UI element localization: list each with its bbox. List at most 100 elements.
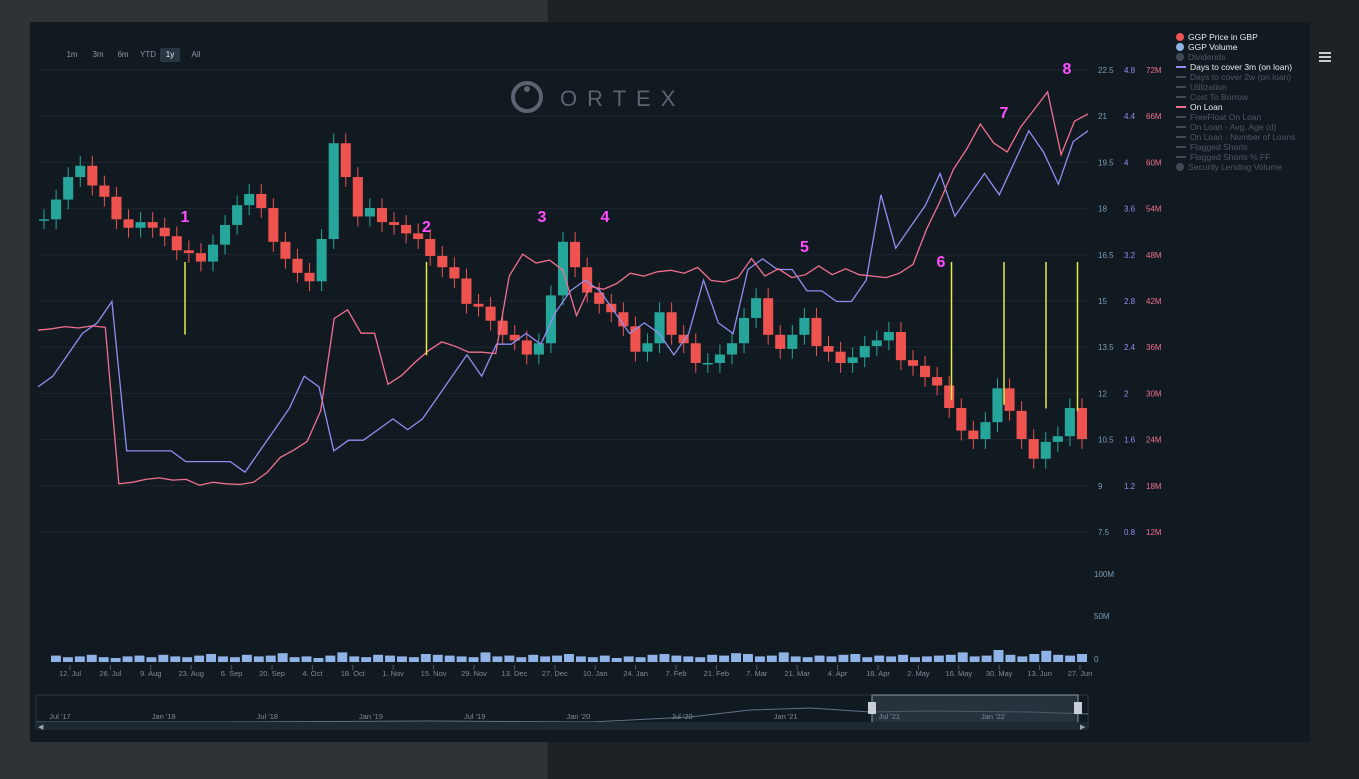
price-candle (232, 205, 243, 225)
price-candle (956, 408, 967, 431)
volume-bar (981, 655, 992, 662)
price-candle (557, 241, 569, 296)
price-candle (702, 362, 713, 365)
volume-bar (432, 654, 443, 662)
price-candle (389, 222, 400, 225)
volume-bar (373, 654, 384, 662)
volume-bar (397, 656, 407, 662)
legend-item[interactable]: On Loan - Number of Loans (1176, 132, 1295, 142)
volume-bar (910, 657, 920, 662)
volume-bar (504, 655, 515, 662)
days-axis-label: 1.2 (1124, 482, 1136, 491)
range-button-3m[interactable]: 3m (90, 48, 106, 62)
volume-bar (122, 656, 133, 662)
volume-bar (826, 656, 837, 662)
price-candle (87, 165, 98, 186)
volume-bar (719, 655, 730, 662)
price-candle (787, 334, 798, 349)
legend-item[interactable]: Utilization (1176, 82, 1227, 92)
volume-bar (337, 652, 348, 662)
volume-bar (98, 657, 109, 662)
price-candle (859, 346, 870, 358)
onloan-axis-label: 48M (1146, 251, 1162, 260)
price-candle (920, 365, 931, 378)
legend-item[interactable]: Days to cover 3m (on loan) (1176, 62, 1292, 72)
price-axis-label: 13.5 (1098, 343, 1114, 352)
scroll-right-icon: ▶ (1080, 724, 1086, 731)
range-button-1m[interactable]: 1m (64, 48, 80, 62)
hamburger-menu-icon[interactable] (1319, 52, 1331, 62)
volume-bar (862, 657, 873, 662)
volume-bar (945, 654, 956, 662)
price-candle (714, 354, 725, 363)
annotation-label: 1 (181, 209, 190, 226)
price-axis-label: 7.5 (1098, 528, 1110, 537)
volume-bar (516, 657, 527, 662)
annotation-label: 6 (937, 254, 946, 271)
price-candle (570, 241, 581, 268)
volume-axis-label: 50M (1094, 612, 1110, 621)
legend-item[interactable]: Security Lending Volume (1176, 162, 1282, 172)
price-candle (352, 177, 363, 217)
volume-bar (492, 656, 503, 662)
days-axis-label: 1.6 (1124, 436, 1136, 445)
legend-item[interactable]: Cost To Borrow (1176, 92, 1248, 102)
range-button-ytd[interactable]: YTD (137, 48, 159, 62)
legend-item[interactable]: Flagged Shorts % FF (1176, 152, 1270, 162)
navigator-handle-left (868, 702, 876, 714)
legend-label: Days to cover 3m (on loan) (1190, 62, 1293, 72)
volume-bar (1065, 655, 1076, 662)
navigator-tick-label: Jul '19 (464, 712, 485, 721)
price-candle (340, 143, 351, 178)
x-tick-label: 26. Jul (99, 669, 121, 678)
volume-bar (659, 654, 670, 662)
price-candle (425, 239, 436, 256)
volume-bar (468, 657, 479, 662)
legend-item[interactable]: Dividends (1176, 52, 1225, 62)
annotation-label: 5 (800, 239, 809, 256)
navigator[interactable]: Jul '17 Jan '18 Jul '18 Jan '19 Jul '19 Jan '… (35, 694, 1089, 731)
x-tick-label: 13. Dec (501, 669, 527, 678)
volume-bar (838, 654, 849, 662)
range-button-6m[interactable]: 6m (115, 48, 131, 62)
legend-item[interactable]: On Loan - Avg. Age (d) (1176, 122, 1276, 132)
price-candle (304, 272, 315, 282)
x-tick-label: 20. Sep (259, 669, 285, 678)
price-candle (159, 227, 170, 237)
legend-label: GGP Price in GBP (1188, 32, 1258, 42)
range-button-1y[interactable]: 1y (160, 48, 180, 62)
legend-swatch-icon (1176, 66, 1186, 68)
volume-bar (707, 654, 718, 662)
volume-bar (993, 650, 1004, 662)
legend-item[interactable]: GGP Volume (1176, 42, 1237, 52)
volume-axis-label: 100M (1094, 570, 1114, 579)
legend-item[interactable]: On Loan (1176, 102, 1223, 112)
legend-swatch-icon (1176, 86, 1186, 88)
volume-bar (253, 656, 264, 662)
range-button-all[interactable]: All (188, 48, 204, 62)
legend-item[interactable]: Days to cover 2w (on loan) (1176, 72, 1291, 82)
onloan-axis-label: 66M (1146, 112, 1162, 121)
price-candle (751, 298, 762, 318)
price-candle (75, 165, 86, 178)
volume-bar (552, 655, 563, 662)
legend-swatch-icon (1176, 96, 1186, 98)
x-tick-label: 24. Jan (623, 669, 648, 678)
volume-bar (754, 656, 765, 662)
legend-label: Flagged Shorts (1190, 142, 1248, 152)
price-candle (932, 377, 943, 386)
price-candle (690, 343, 701, 363)
x-tick-label: 27. Dec (542, 669, 568, 678)
stock-chart[interactable]: 123 45678 12. Jul 26. Jul 9. Aug 23. Aug 6. S… (30, 22, 1310, 742)
legend-swatch-icon (1176, 156, 1186, 158)
price-candle (461, 278, 472, 304)
legend-item[interactable]: FreeFloat On Loan (1176, 112, 1261, 122)
volume-bars (51, 650, 1087, 662)
navigator-tick-label: Jul '20 (671, 712, 692, 721)
volume-bar (540, 656, 551, 662)
x-tick-label: 13. Jun (1027, 669, 1052, 678)
legend-item[interactable]: Flagged Shorts (1176, 142, 1248, 152)
legend-item[interactable]: GGP Price in GBP (1176, 32, 1258, 42)
navigator-tick-label: Jul '18 (257, 712, 278, 721)
price-axis-label: 18 (1098, 205, 1107, 214)
